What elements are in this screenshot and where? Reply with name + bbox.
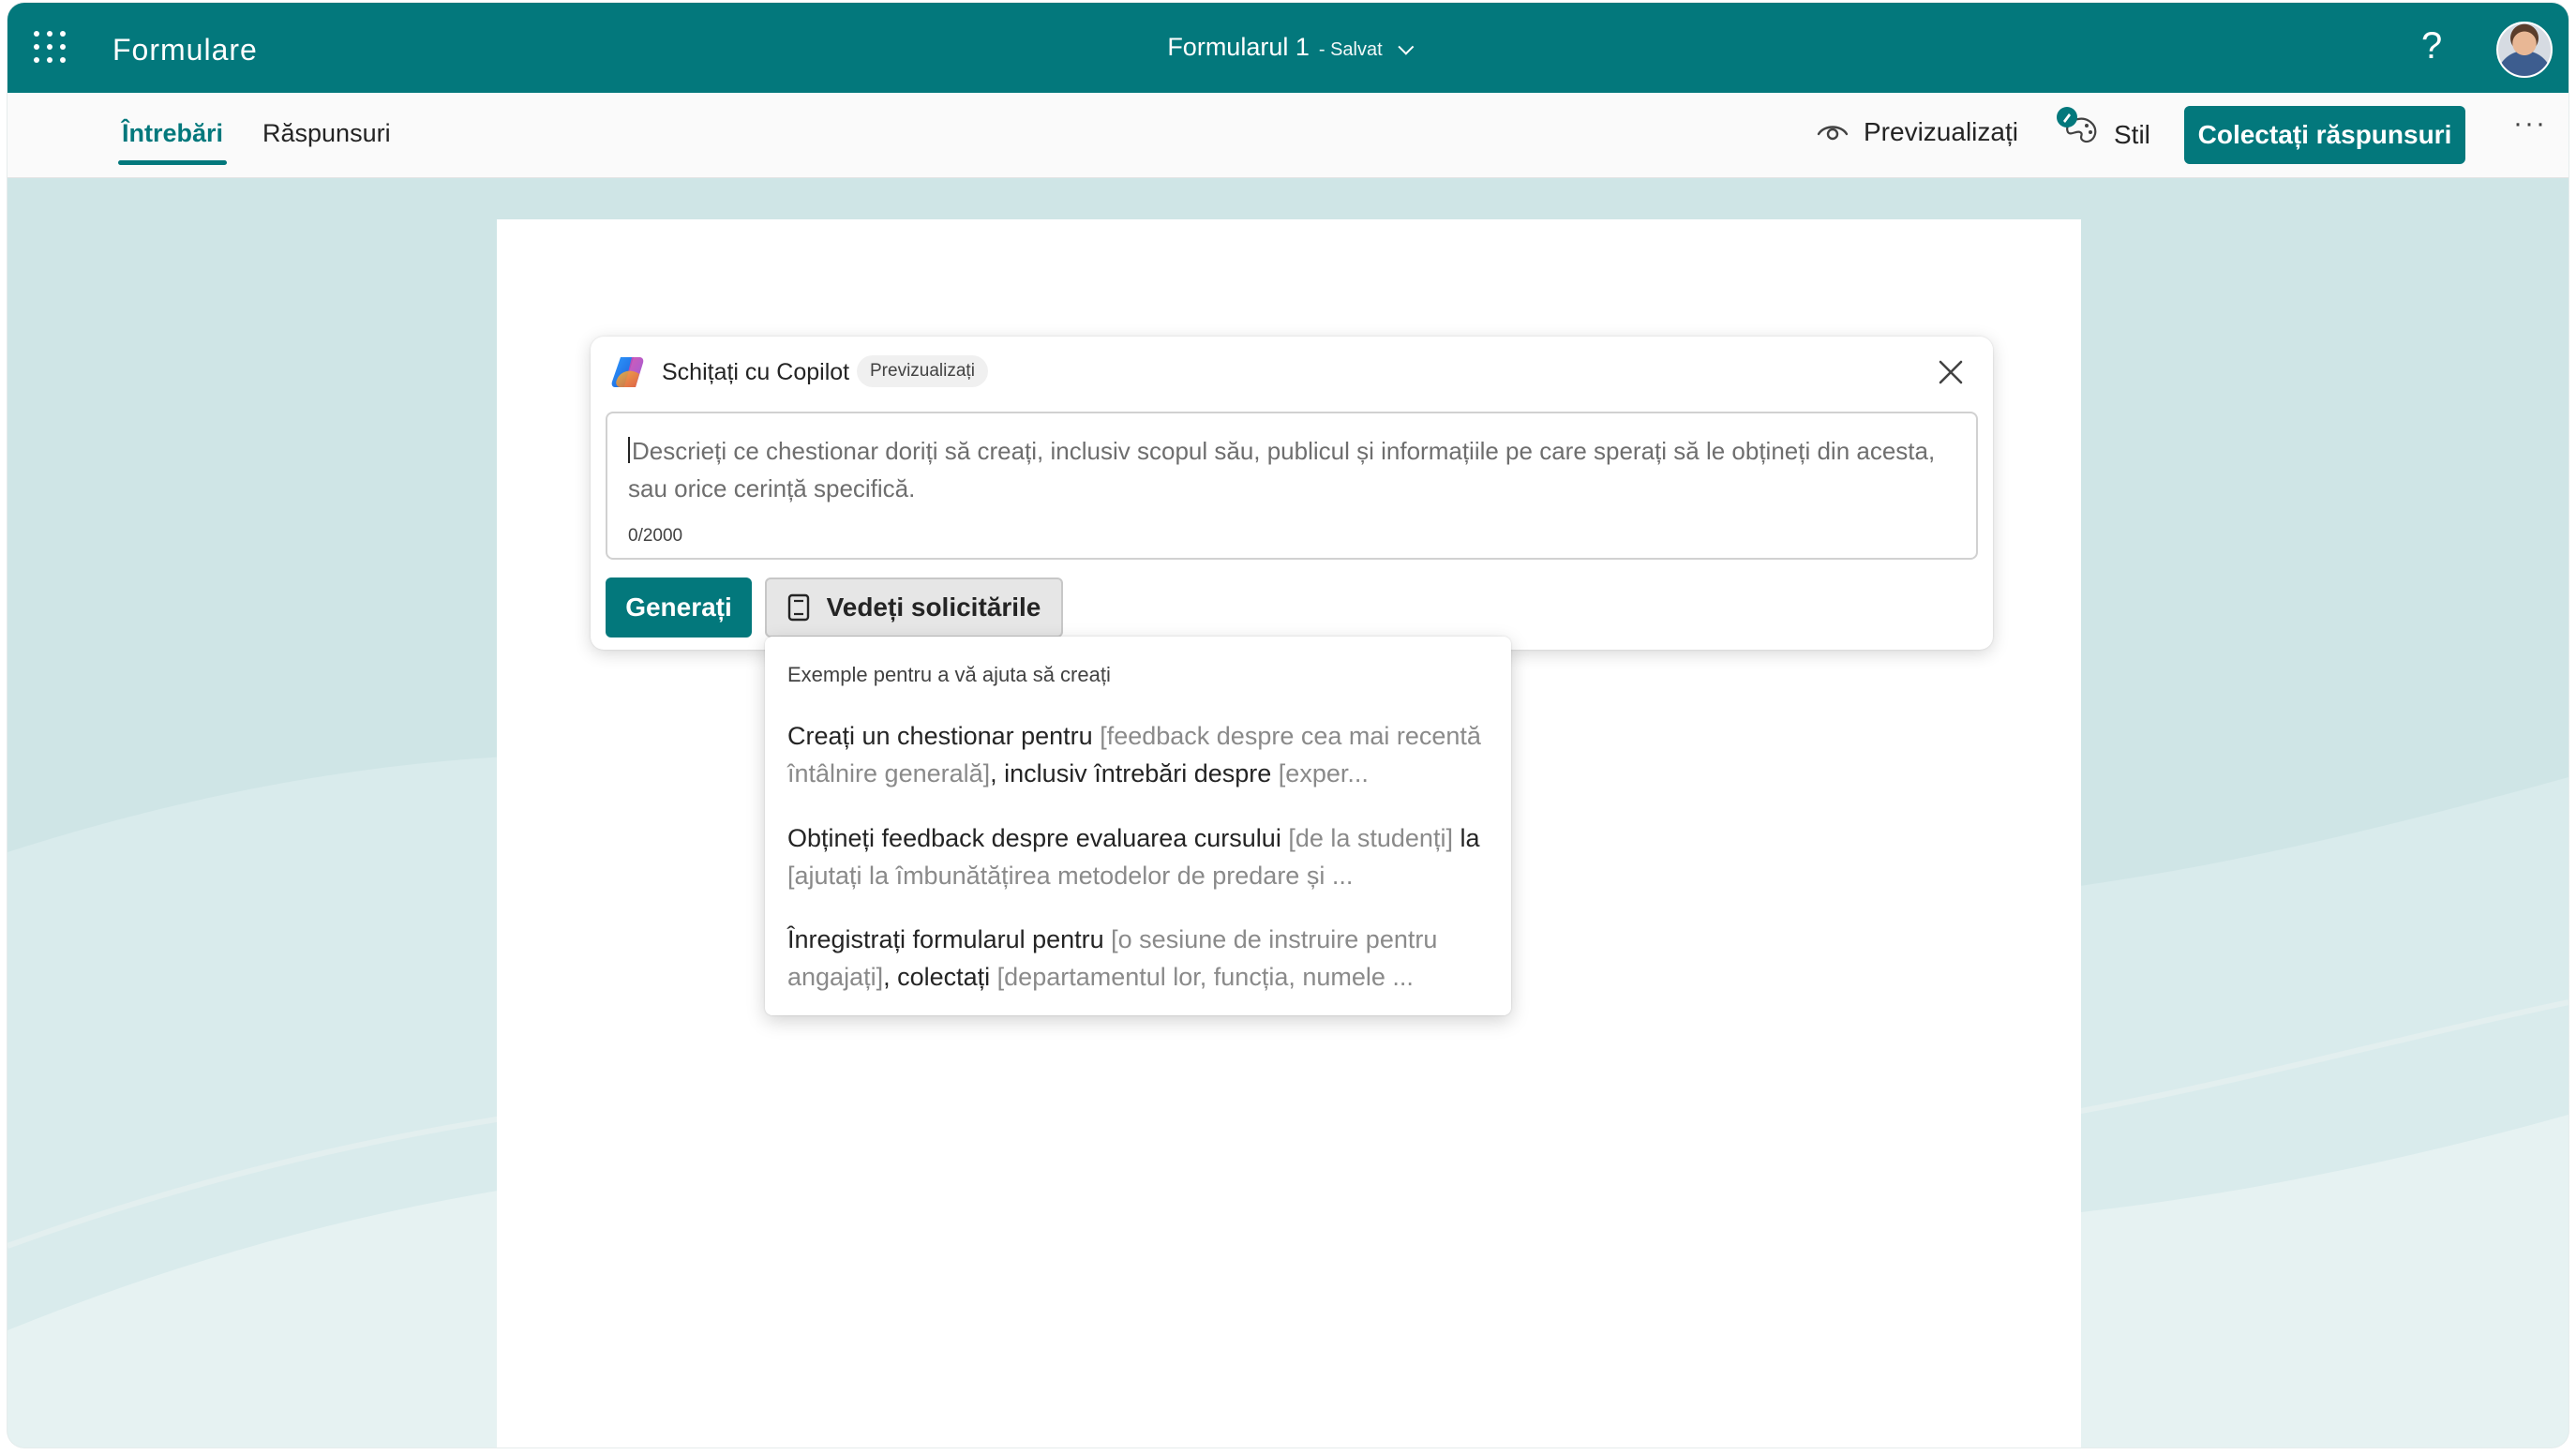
menu-header: Exemple pentru a vă ajuta să creați [787,663,1111,686]
notebook-icon [787,593,809,622]
view-prompts-button[interactable]: Vedeți solicitările [765,578,1063,638]
tab-questions[interactable]: Întrebări [117,119,228,165]
prompt-placeholder-text: [exper... [1278,759,1369,788]
preview-label: Previzualizați [1864,117,2018,146]
top-bar: Formulare Formularul 1 - Salvat ? [7,3,2569,93]
copilot-draft-panel: Schițați cu Copilot Previzualizați Descr… [591,337,1993,650]
prompt-placeholder-text: [de la studenți] [1288,824,1453,852]
saved-status: - Salvat [1318,39,1383,60]
prompt-placeholder-text: [ajutați la îmbunătățirea metodelor de p… [787,862,1354,890]
prompt-text: , colectați [883,963,997,991]
avatar[interactable] [2496,22,2553,78]
character-count: 0/2000 [628,526,683,546]
collect-responses-button[interactable]: Colectați răspunsuri [2184,106,2465,164]
command-bar: Întrebări Răspunsuri Previzualizați Stil… [7,93,2569,178]
prompt-example-item[interactable]: Înregistrați formularul pentru [o sesiun… [787,921,1489,996]
style-button[interactable]: Stil [2056,106,2150,151]
generate-button[interactable]: Generați [606,578,752,638]
copilot-logo-icon [611,357,644,387]
document-title: Formularul 1 [1167,33,1310,61]
prompt-text: Obțineți feedback despre evaluarea cursu… [787,824,1289,852]
eye-icon [1817,126,1849,141]
more-options-icon[interactable]: ··· [2513,108,2547,140]
style-label: Stil [2114,120,2150,149]
palette-icon [2057,107,2097,143]
prompt-text: la [1452,824,1480,852]
prompt-examples-menu: Exemple pentru a vă ajuta să creați Crea… [765,637,1511,1015]
prompt-example-item[interactable]: Creați un chestionar pentru [feedback de… [787,717,1489,792]
preview-button[interactable]: Previzualizați [1817,117,2018,147]
close-icon[interactable] [1936,357,1966,387]
prompt-placeholder-text: [departamentul lor, funcția, numele ... [996,963,1414,991]
prompt-text: Înregistrați formularul pentru [787,925,1112,953]
copilot-title: Schițați cu Copilot [662,359,850,385]
tab-responses[interactable]: Răspunsuri [262,119,391,148]
help-icon[interactable]: ? [2421,25,2442,68]
prompt-example-item[interactable]: Obțineți feedback despre evaluarea cursu… [787,819,1489,894]
forms-app-window: Formulare Formularul 1 - Salvat ? Întreb… [7,3,2569,1448]
prompt-text: Creați un chestionar pentru [787,722,1101,750]
chevron-down-icon [1398,38,1414,55]
preview-badge: Previzualizați [857,355,988,387]
copilot-prompt-input[interactable]: Descrieți ce chestionar doriți să creați… [606,412,1978,560]
prompt-text: , inclusiv întrebări despre [990,759,1279,788]
prompt-placeholder: Descrieți ce chestionar doriți să creați… [628,432,1940,507]
view-prompts-label: Vedeți solicitările [826,592,1041,622]
document-title-menu[interactable]: Formularul 1 - Salvat [7,33,2569,62]
